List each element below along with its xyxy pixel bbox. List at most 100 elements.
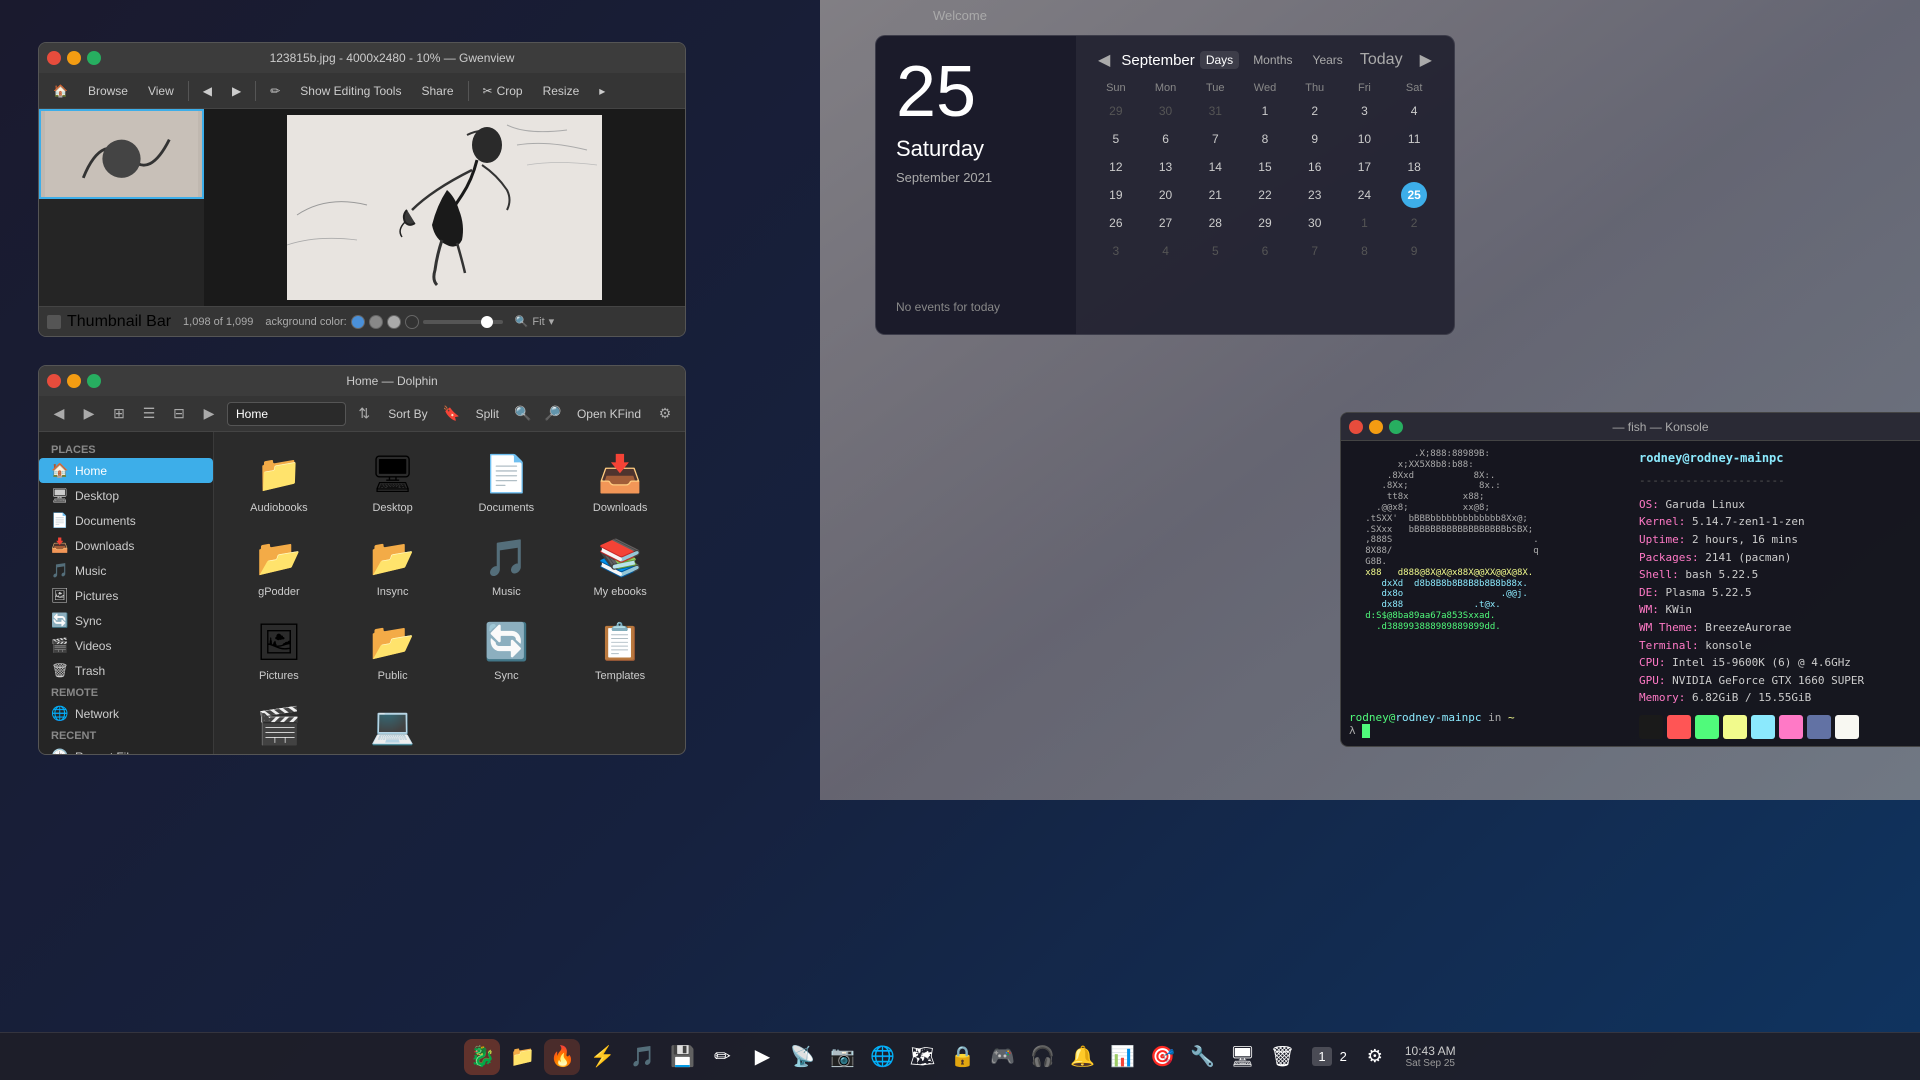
file-item[interactable]: 📂 gPodder (226, 528, 332, 604)
cal-day-5-next[interactable]: 5 (1202, 238, 1228, 264)
dolphin-filter-button[interactable]: 🔎 (541, 402, 565, 426)
calendar-today-button[interactable]: Today (1354, 49, 1409, 71)
cal-day-8-next[interactable]: 8 (1351, 238, 1377, 264)
dolphin-settings-button[interactable]: ⚙ (653, 402, 677, 426)
taskbar-icon-globe[interactable]: 🌐 (864, 1039, 900, 1075)
dolphin-view-compact-button[interactable]: ⊟ (167, 402, 191, 426)
cal-day-2[interactable]: 2 (1302, 98, 1328, 124)
taskbar-icon-edit[interactable]: ✏ (704, 1039, 740, 1075)
cal-day-22[interactable]: 22 (1252, 182, 1278, 208)
taskbar-icon-radio[interactable]: 📡 (784, 1039, 820, 1075)
calendar-tab-days[interactable]: Days (1200, 51, 1239, 69)
sidebar-item-downloads[interactable]: 📥 Downloads (39, 533, 213, 558)
calendar-tab-months[interactable]: Months (1247, 51, 1298, 69)
color-swatch-dark[interactable] (405, 315, 419, 329)
cal-day-10[interactable]: 10 (1351, 126, 1377, 152)
cal-day-26[interactable]: 26 (1103, 210, 1129, 236)
zoom-dropdown-arrow[interactable]: ▾ (549, 315, 555, 328)
konsole-prompt[interactable]: rodney@rodney-mainpc in ~ λ (1349, 711, 1515, 738)
gwenview-resize-button[interactable]: Resize (537, 82, 586, 100)
gwenview-edit-button[interactable]: ✏ (264, 82, 286, 100)
gwenview-close-button[interactable] (47, 51, 61, 65)
taskbar-icon-camera[interactable]: 📷 (824, 1039, 860, 1075)
taskbar-icon-game[interactable]: 🎮 (984, 1039, 1020, 1075)
cal-day-31-prev[interactable]: 31 (1202, 98, 1228, 124)
color-swatch-gray[interactable] (369, 315, 383, 329)
taskbar-icon-bolt[interactable]: ⚡ (584, 1039, 620, 1075)
file-item[interactable]: 📚 My ebooks (567, 528, 673, 604)
file-item[interactable]: 📥 Downloads (567, 444, 673, 520)
cal-day-23[interactable]: 23 (1302, 182, 1328, 208)
dolphin-forward-button[interactable]: ▶ (77, 402, 101, 426)
taskbar-icon-bell[interactable]: 🔔 (1064, 1039, 1100, 1075)
gwenview-home-button[interactable]: 🏠 (47, 82, 74, 100)
taskbar-icon-calc[interactable]: 📊 (1104, 1039, 1140, 1075)
konsole-minimize-button[interactable] (1369, 420, 1383, 434)
cal-day-6[interactable]: 6 (1153, 126, 1179, 152)
taskbar-icon-trash[interactable]: 🗑 (1264, 1039, 1300, 1075)
thumbnail-item-active[interactable] (39, 109, 204, 199)
workspace-2-button[interactable]: 2 (1334, 1047, 1353, 1066)
konsole-close-button[interactable] (1349, 420, 1363, 434)
taskbar-icon-tools[interactable]: 🔧 (1184, 1039, 1220, 1075)
taskbar-settings-button[interactable]: ⚙ (1357, 1039, 1393, 1075)
workspace-1-button[interactable]: 1 (1312, 1047, 1331, 1066)
cal-day-19[interactable]: 19 (1103, 182, 1129, 208)
dolphin-close-button[interactable] (47, 374, 61, 388)
gwenview-maximize-button[interactable] (87, 51, 101, 65)
cal-day-4[interactable]: 4 (1401, 98, 1427, 124)
gwenview-crop-button[interactable]: ✂ Crop (477, 82, 529, 100)
dolphin-nav-arrow[interactable]: ▶ (197, 402, 221, 426)
cal-day-29-prev[interactable]: 29 (1103, 98, 1129, 124)
dolphin-open-kfind-button[interactable]: Open KFind (571, 405, 647, 423)
sidebar-item-network[interactable]: 🌐 Network (39, 701, 213, 726)
dolphin-minimize-button[interactable] (67, 374, 81, 388)
cal-day-1[interactable]: 1 (1252, 98, 1278, 124)
dolphin-sort-by-button[interactable]: Sort By (382, 405, 433, 423)
gwenview-nav-prev[interactable]: ◀ (197, 82, 218, 100)
sidebar-item-recent-files[interactable]: 🕐 Recent Files (39, 744, 213, 754)
thumbnail-bar-toggle[interactable]: Thumbnail Bar (47, 313, 171, 331)
sidebar-item-music[interactable]: 🎵 Music (39, 558, 213, 583)
taskbar-icon-map[interactable]: 🗺 (904, 1039, 940, 1075)
cal-day-16[interactable]: 16 (1302, 154, 1328, 180)
cal-day-21[interactable]: 21 (1202, 182, 1228, 208)
gwenview-share-button[interactable]: Share (415, 82, 459, 100)
cal-day-13[interactable]: 13 (1153, 154, 1179, 180)
gwenview-thumbnail-sidebar[interactable] (39, 109, 204, 306)
sidebar-item-videos[interactable]: 🎬 Videos (39, 633, 213, 658)
cal-day-14[interactable]: 14 (1202, 154, 1228, 180)
cal-day-2-next[interactable]: 2 (1401, 210, 1427, 236)
file-item[interactable]: 📁 Audiobooks (226, 444, 332, 520)
sidebar-item-documents[interactable]: 📄 Documents (39, 508, 213, 533)
file-item[interactable]: 📋 Templates (567, 612, 673, 688)
dolphin-split-button[interactable]: Split (470, 405, 505, 423)
cal-day-17[interactable]: 17 (1351, 154, 1377, 180)
calendar-next-button[interactable]: ▶ (1414, 48, 1438, 72)
cal-day-1-next[interactable]: 1 (1351, 210, 1377, 236)
konsole-maximize-button[interactable] (1389, 420, 1403, 434)
taskbar-icon-lock[interactable]: 🔒 (944, 1039, 980, 1075)
gwenview-nav-next[interactable]: ▶ (226, 82, 247, 100)
gwenview-more-button[interactable]: ▸ (593, 82, 611, 100)
gwenview-browse-button[interactable]: Browse (82, 82, 134, 100)
cal-day-27[interactable]: 27 (1153, 210, 1179, 236)
cal-day-29[interactable]: 29 (1252, 210, 1278, 236)
dolphin-view-list-button[interactable]: ☰ (137, 402, 161, 426)
taskbar-icon-disk[interactable]: 💾 (664, 1039, 700, 1075)
color-swatch-blue[interactable] (351, 315, 365, 329)
cal-day-7[interactable]: 7 (1202, 126, 1228, 152)
cal-day-7-next[interactable]: 7 (1302, 238, 1328, 264)
dolphin-view-icons-button[interactable]: ⊞ (107, 402, 131, 426)
file-item[interactable]: 📄 Documents (454, 444, 560, 520)
cal-day-28[interactable]: 28 (1202, 210, 1228, 236)
taskbar-icon-headphones[interactable]: 🎧 (1024, 1039, 1060, 1075)
sidebar-item-home[interactable]: 🏠 Home (39, 458, 213, 483)
cal-day-6-next[interactable]: 6 (1252, 238, 1278, 264)
cal-day-3[interactable]: 3 (1351, 98, 1377, 124)
taskbar-icon-files[interactable]: 📁 (504, 1039, 540, 1075)
dolphin-bookmark-button[interactable]: 🔖 (440, 402, 464, 426)
dolphin-path-breadcrumb[interactable]: Home (227, 402, 346, 426)
taskbar-icon-firefox[interactable]: 🔥 (544, 1039, 580, 1075)
calendar-tab-years[interactable]: Years (1307, 51, 1349, 69)
